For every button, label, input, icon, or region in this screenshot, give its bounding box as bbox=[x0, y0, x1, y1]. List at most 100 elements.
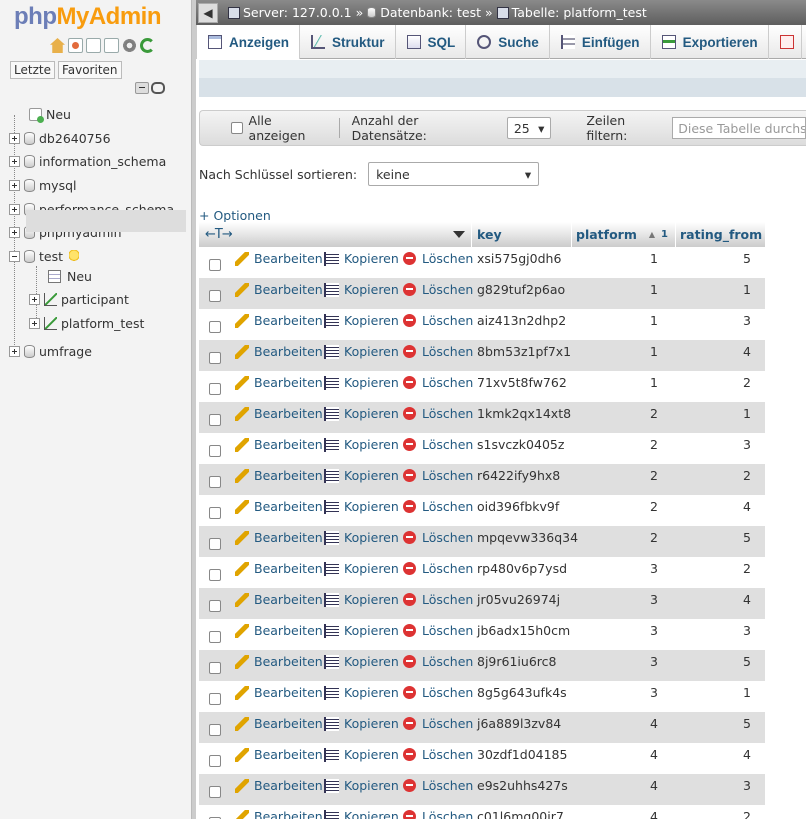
expand-icon[interactable] bbox=[9, 203, 20, 215]
copy-link[interactable]: Kopieren bbox=[324, 561, 399, 576]
copy-link[interactable]: Kopieren bbox=[324, 623, 399, 638]
sql-docs-icon[interactable] bbox=[104, 38, 119, 53]
cell-platform[interactable]: 3 bbox=[644, 623, 664, 638]
cell-key[interactable]: jr05vu26974j bbox=[477, 592, 560, 607]
cell-key[interactable]: j6a889l3zv84 bbox=[477, 716, 561, 731]
tree-item-new-table[interactable]: Neu bbox=[48, 265, 92, 287]
cell-rating-from[interactable]: 4 bbox=[729, 592, 759, 607]
cell-key[interactable]: 8g5g643ufk4s bbox=[477, 685, 567, 700]
edit-link[interactable]: Bearbeiten bbox=[235, 375, 323, 390]
edit-link[interactable]: Bearbeiten bbox=[235, 406, 323, 421]
delete-link[interactable]: Löschen bbox=[403, 437, 473, 452]
expand-icon[interactable] bbox=[9, 179, 20, 191]
delete-link[interactable]: Löschen bbox=[403, 251, 473, 266]
cell-platform[interactable]: 1 bbox=[644, 375, 664, 390]
delete-link[interactable]: Löschen bbox=[403, 530, 473, 545]
edit-link[interactable]: Bearbeiten bbox=[235, 251, 323, 266]
edit-link[interactable]: Bearbeiten bbox=[235, 747, 323, 762]
gear-icon[interactable] bbox=[122, 38, 137, 53]
cell-platform[interactable]: 3 bbox=[644, 592, 664, 607]
cell-platform[interactable]: 1 bbox=[644, 282, 664, 297]
cell-key[interactable]: s1svczk0405z bbox=[477, 437, 564, 452]
cell-key[interactable]: oid396fbkv9f bbox=[477, 499, 559, 514]
recent-tables-button[interactable]: Letzte bbox=[10, 61, 55, 79]
delete-link[interactable]: Löschen bbox=[403, 282, 473, 297]
copy-link[interactable]: Kopieren bbox=[324, 499, 399, 514]
breadcrumb-database[interactable]: » Datenbank: test bbox=[356, 5, 481, 20]
docs-icon[interactable] bbox=[86, 38, 101, 53]
cell-key[interactable]: c01l6mq00ir7 bbox=[477, 809, 564, 819]
edit-link[interactable]: Bearbeiten bbox=[235, 282, 323, 297]
cell-key[interactable]: xsi575gj0dh6 bbox=[477, 251, 561, 266]
row-checkbox[interactable] bbox=[209, 631, 221, 643]
cell-rating-from[interactable]: 2 bbox=[729, 561, 759, 576]
edit-link[interactable]: Bearbeiten bbox=[235, 530, 323, 545]
copy-link[interactable]: Kopieren bbox=[324, 282, 399, 297]
delete-link[interactable]: Löschen bbox=[403, 499, 473, 514]
edit-link[interactable]: Bearbeiten bbox=[235, 468, 323, 483]
edit-link[interactable]: Bearbeiten bbox=[235, 623, 323, 638]
row-checkbox[interactable] bbox=[209, 600, 221, 612]
copy-link[interactable]: Kopieren bbox=[324, 468, 399, 483]
cell-platform[interactable]: 4 bbox=[644, 809, 664, 819]
copy-link[interactable]: Kopieren bbox=[324, 375, 399, 390]
row-checkbox[interactable] bbox=[209, 755, 221, 767]
copy-link[interactable]: Kopieren bbox=[324, 530, 399, 545]
edit-link[interactable]: Bearbeiten bbox=[235, 313, 323, 328]
favorites-button[interactable]: Favoriten bbox=[57, 61, 122, 79]
cell-rating-from[interactable]: 2 bbox=[729, 809, 759, 819]
cell-rating-from[interactable]: 4 bbox=[729, 344, 759, 359]
cell-rating-from[interactable]: 3 bbox=[729, 313, 759, 328]
home-icon[interactable] bbox=[50, 38, 65, 53]
cell-key[interactable]: aiz413n2dhp2 bbox=[477, 313, 566, 328]
row-checkbox[interactable] bbox=[209, 507, 221, 519]
copy-link[interactable]: Kopieren bbox=[324, 716, 399, 731]
cell-rating-from[interactable]: 2 bbox=[729, 468, 759, 483]
row-checkbox[interactable] bbox=[209, 259, 221, 271]
cell-rating-from[interactable]: 4 bbox=[729, 747, 759, 762]
cell-rating-from[interactable]: 1 bbox=[729, 282, 759, 297]
show-all-checkbox[interactable] bbox=[231, 122, 243, 134]
row-checkbox[interactable] bbox=[209, 414, 221, 426]
edit-link[interactable]: Bearbeiten bbox=[235, 499, 323, 514]
cell-key[interactable]: 8bm53z1pf7x1 bbox=[477, 344, 571, 359]
delete-link[interactable]: Löschen bbox=[403, 685, 473, 700]
cell-platform[interactable]: 1 bbox=[644, 344, 664, 359]
tab-insert[interactable]: Einfügen bbox=[550, 25, 651, 59]
copy-link[interactable]: Kopieren bbox=[324, 313, 399, 328]
edit-link[interactable]: Bearbeiten bbox=[235, 344, 323, 359]
row-checkbox[interactable] bbox=[209, 445, 221, 457]
expand-icon[interactable] bbox=[9, 132, 20, 144]
edit-link[interactable]: Bearbeiten bbox=[235, 437, 323, 452]
cell-platform[interactable]: 2 bbox=[644, 468, 664, 483]
delete-link[interactable]: Löschen bbox=[403, 809, 473, 819]
cell-rating-from[interactable]: 1 bbox=[729, 685, 759, 700]
cell-rating-from[interactable]: 3 bbox=[729, 437, 759, 452]
row-checkbox[interactable] bbox=[209, 290, 221, 302]
cell-key[interactable]: r6422ify9hx8 bbox=[477, 468, 560, 483]
cell-key[interactable]: g829tuf2p6ao bbox=[477, 282, 565, 297]
row-checkbox[interactable] bbox=[209, 383, 221, 395]
delete-link[interactable]: Löschen bbox=[403, 592, 473, 607]
tab-sql[interactable]: SQL bbox=[396, 25, 467, 59]
row-checkbox[interactable] bbox=[209, 724, 221, 736]
delete-link[interactable]: Löschen bbox=[403, 561, 473, 576]
expand-icon[interactable] bbox=[29, 317, 40, 329]
delete-link[interactable]: Löschen bbox=[403, 716, 473, 731]
edit-link[interactable]: Bearbeiten bbox=[235, 716, 323, 731]
cell-rating-from[interactable]: 2 bbox=[729, 375, 759, 390]
cell-rating-from[interactable]: 5 bbox=[729, 654, 759, 669]
cell-platform[interactable]: 2 bbox=[644, 499, 664, 514]
delete-link[interactable]: Löschen bbox=[403, 468, 473, 483]
cell-key[interactable]: mpqevw336q34 bbox=[477, 530, 578, 545]
breadcrumb-table[interactable]: » Tabelle: platform_test bbox=[485, 5, 647, 20]
expand-icon[interactable] bbox=[9, 155, 20, 167]
row-checkbox[interactable] bbox=[209, 569, 221, 581]
copy-link[interactable]: Kopieren bbox=[324, 809, 399, 819]
column-visibility-arrows[interactable]: ←T→ bbox=[205, 227, 233, 242]
cell-platform[interactable]: 3 bbox=[644, 654, 664, 669]
row-checkbox[interactable] bbox=[209, 538, 221, 550]
tree-item-db[interactable]: db2640756 bbox=[9, 127, 111, 149]
cell-platform[interactable]: 1 bbox=[644, 251, 664, 266]
edit-link[interactable]: Bearbeiten bbox=[235, 561, 323, 576]
